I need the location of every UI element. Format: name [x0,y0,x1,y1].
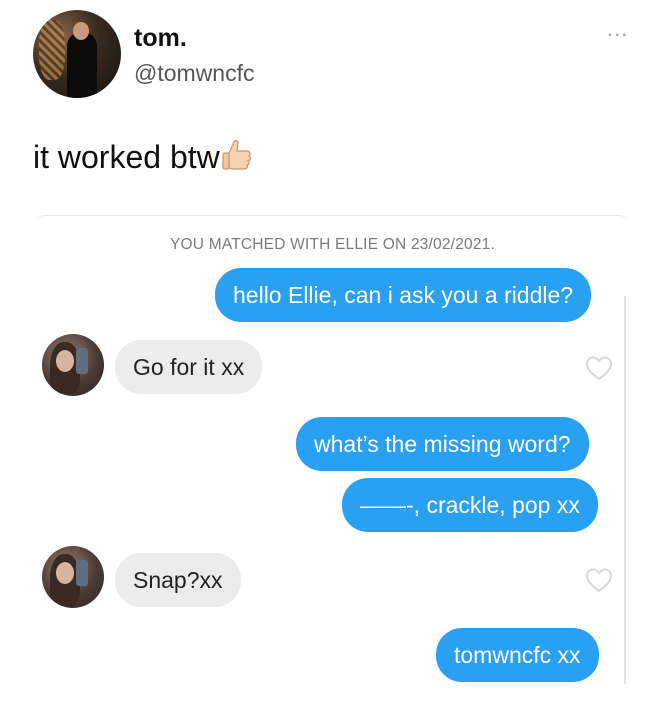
tweet-text-container: it worked btw [33,138,252,176]
avatar-phone [76,348,88,374]
avatar-figure [67,32,97,98]
message-bubble-outgoing[interactable]: hello Ellie, can i ask you a riddle? [215,268,592,322]
avatar-background [39,20,65,80]
thumbs-up-icon [220,138,252,172]
screenshot-card-edge [37,215,627,222]
avatar-phone [76,560,88,586]
like-heart-icon[interactable] [585,567,613,593]
avatar-face [56,350,74,372]
author-name[interactable]: tom. [134,24,187,53]
message-bubble-incoming[interactable]: Go for it xx [115,340,263,394]
message-bubble-outgoing[interactable]: what’s the missing word? [296,417,589,471]
avatar-face [56,562,74,584]
message-bubble-outgoing[interactable]: tomwncfc xx [436,628,599,682]
message-bubble-incoming[interactable]: Snap?xx [115,553,241,607]
match-avatar[interactable] [42,334,104,396]
message-bubble-outgoing[interactable]: ——-, crackle, pop xx [342,478,598,532]
like-heart-icon[interactable] [585,355,613,381]
avatar-face [73,22,89,40]
author-handle[interactable]: @tomwncfc [134,60,254,87]
author-avatar[interactable] [33,10,121,98]
screenshot-scrollbar [624,296,626,684]
match-banner: YOU MATCHED WITH ELLIE ON 23/02/2021. [170,236,495,253]
tweet-text: it worked btw [33,139,220,175]
match-avatar[interactable] [42,546,104,608]
more-options-icon[interactable]: ... [607,18,628,40]
